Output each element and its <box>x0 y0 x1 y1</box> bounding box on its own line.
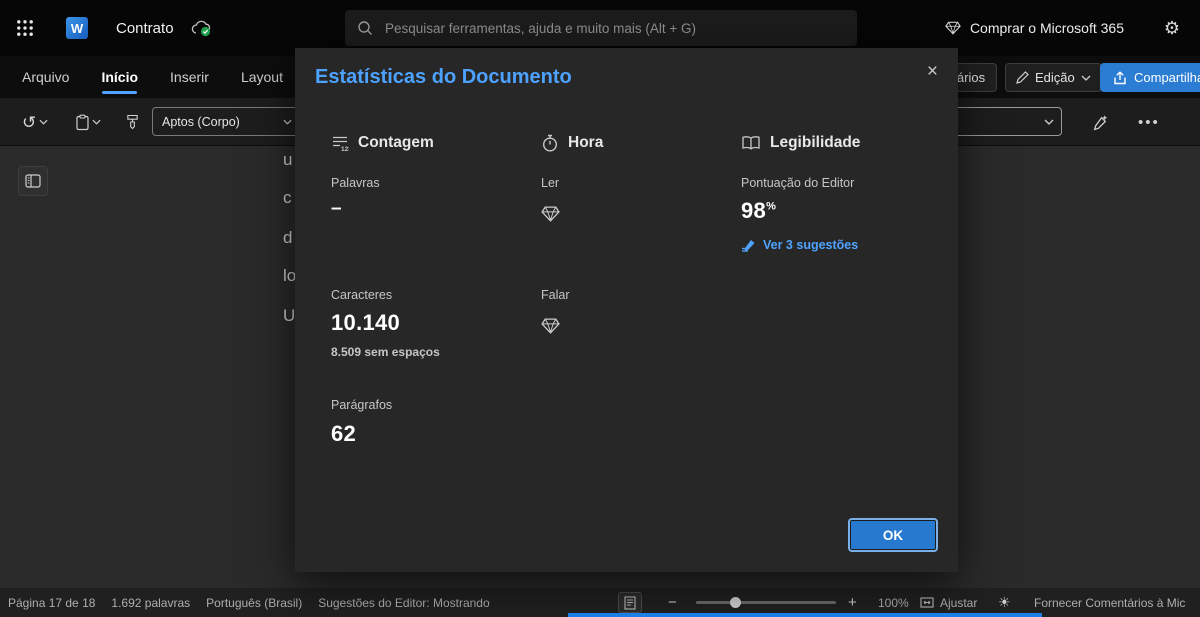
format-painter-icon <box>126 114 139 130</box>
chevron-down-icon <box>1081 75 1091 81</box>
zoom-slider-thumb[interactable] <box>730 597 741 608</box>
tab-layout[interactable]: Layout <box>241 56 283 98</box>
document-text-fragment: d <box>283 228 292 248</box>
speak-time-label: Falar <box>541 288 569 302</box>
word-app-window: W Contrato <box>0 0 1200 617</box>
buy-microsoft-365-button[interactable]: Comprar o Microsoft 365 <box>945 0 1124 56</box>
document-text-fragment: u <box>283 150 292 170</box>
count-section-header: 123 Contagem <box>331 134 434 152</box>
comments-label-fragment: ários <box>957 70 985 85</box>
settings-gear-icon[interactable]: ⚙ <box>1164 0 1180 56</box>
app-launcher-icon[interactable] <box>16 19 34 37</box>
word-count[interactable]: 1.692 palavras <box>111 596 190 610</box>
format-painter-button[interactable] <box>126 98 139 146</box>
svg-text:123: 123 <box>341 146 349 152</box>
share-label: Compartilhar <box>1134 70 1200 85</box>
chevron-down-icon <box>1044 119 1054 125</box>
chevron-down-icon[interactable] <box>39 119 48 125</box>
editing-mode-label: Edição <box>1035 70 1075 85</box>
ok-button[interactable]: OK <box>850 520 936 550</box>
fit-label: Ajustar <box>940 596 977 610</box>
ribbon-tabs: Arquivo Início Inserir Layout <box>22 56 283 98</box>
share-icon <box>1113 71 1127 85</box>
document-text-fragment: c <box>283 188 292 208</box>
score-number: 98 <box>741 198 766 223</box>
read-time-label: Ler <box>541 176 559 190</box>
cloud-saved-icon[interactable] <box>190 20 212 37</box>
pencil-icon <box>1016 71 1029 84</box>
word-logo-icon[interactable]: W <box>66 17 88 39</box>
document-text-fragment: U <box>283 306 295 326</box>
characters-value: 10.140 <box>331 310 400 336</box>
navigation-pane-button[interactable] <box>18 166 48 196</box>
paste-button[interactable] <box>76 98 101 146</box>
words-label: Palavras <box>331 176 380 190</box>
more-options-button[interactable]: ••• <box>1138 98 1160 146</box>
words-value: – <box>331 198 342 220</box>
premium-gem-icon <box>945 21 961 35</box>
language-indicator[interactable]: Português (Brasil) <box>206 596 302 610</box>
close-icon[interactable]: × <box>921 58 944 85</box>
zoom-slider-track[interactable] <box>696 601 836 604</box>
buy-label: Comprar o Microsoft 365 <box>970 20 1124 36</box>
view-suggestions-link[interactable]: Ver 3 sugestões <box>741 238 858 252</box>
open-book-icon <box>741 135 761 151</box>
premium-gem-icon <box>541 206 560 222</box>
readability-section-header: Legibilidade <box>741 134 860 152</box>
count-header-label: Contagem <box>358 134 434 152</box>
characters-label: Caracteres <box>331 288 392 302</box>
editor-score-value: 98% <box>741 198 776 224</box>
paragraphs-label: Parágrafos <box>331 398 392 412</box>
chevron-down-icon <box>283 119 292 125</box>
document-title[interactable]: Contrato <box>116 0 174 56</box>
fit-width-icon <box>920 597 934 608</box>
search-bar[interactable] <box>345 10 857 46</box>
page-count[interactable]: Página 17 de 18 <box>8 596 95 610</box>
stopwatch-icon <box>541 134 559 152</box>
dialog-title: Estatísticas do Documento <box>315 66 572 89</box>
characters-no-spaces: 8.509 sem espaços <box>331 345 440 359</box>
count-123-icon: 123 <box>331 134 349 152</box>
time-section-header: Hora <box>541 134 603 152</box>
page-view-button[interactable] <box>618 592 642 613</box>
search-input[interactable] <box>383 20 845 37</box>
font-name-value: Aptos (Corpo) <box>162 115 240 129</box>
tab-arquivo[interactable]: Arquivo <box>22 56 69 98</box>
paragraphs-value: 62 <box>331 421 356 447</box>
view-suggestions-label: Ver 3 sugestões <box>763 238 858 252</box>
feedback-link[interactable]: Fornecer Comentários à Mic <box>1034 588 1185 617</box>
undo-button[interactable]: ↺ <box>22 98 48 146</box>
search-icon <box>357 20 373 36</box>
time-header-label: Hora <box>568 134 603 152</box>
font-name-select[interactable]: Aptos (Corpo) <box>152 107 302 136</box>
share-button[interactable]: Compartilhar <box>1100 63 1200 92</box>
tab-inserir[interactable]: Inserir <box>170 56 209 98</box>
editor-suggestions-status[interactable]: Sugestões do Editor: Mostrando <box>318 596 489 610</box>
clipboard-icon <box>76 114 89 131</box>
score-percent-sign: % <box>766 201 776 213</box>
status-left-group: Página 17 de 18 1.692 palavras Português… <box>8 588 490 617</box>
chevron-down-icon[interactable] <box>92 119 101 125</box>
readability-header-label: Legibilidade <box>770 134 860 152</box>
taskbar-accent-strip <box>568 613 1042 617</box>
editor-score-label: Pontuação do Editor <box>741 176 854 190</box>
editor-pen-icon <box>741 239 757 252</box>
editing-mode-button[interactable]: Edição <box>1005 63 1102 92</box>
document-statistics-dialog: Estatísticas do Documento × 123 Contagem… <box>295 48 958 572</box>
editor-pen-sparkle-icon[interactable] <box>1092 114 1109 131</box>
premium-gem-icon <box>541 318 560 334</box>
tab-inicio[interactable]: Início <box>101 56 138 98</box>
undo-icon: ↺ <box>22 114 36 131</box>
